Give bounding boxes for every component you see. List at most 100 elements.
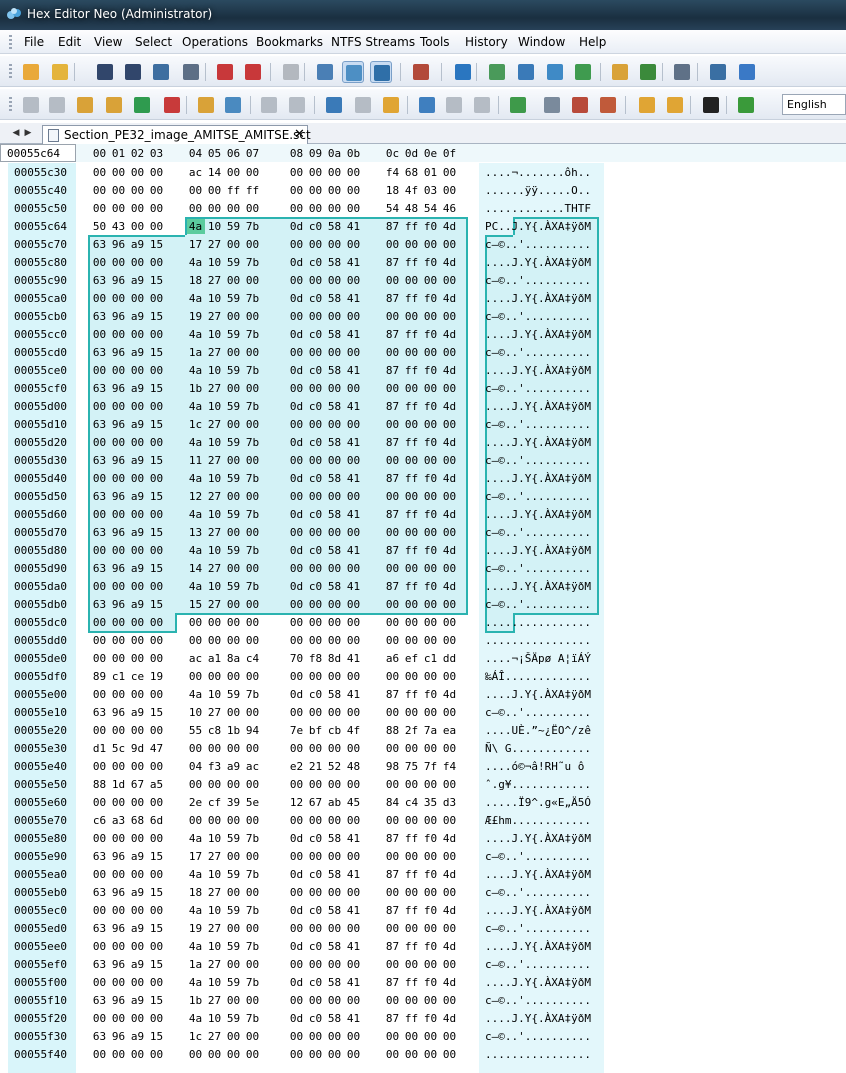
hex-byte[interactable]: c0 <box>306 400 325 413</box>
hex-byte[interactable]: ab <box>325 796 344 809</box>
hex-byte[interactable]: a9 <box>128 958 147 971</box>
hex-byte[interactable]: 41 <box>344 472 363 485</box>
ascii-text[interactable]: ‰ÁÎ............. <box>485 670 591 683</box>
hex-byte[interactable]: 00 <box>344 1030 363 1043</box>
hex-byte[interactable]: 52 <box>325 760 344 773</box>
hex-byte[interactable]: ff <box>402 904 421 917</box>
hex-byte[interactable]: 00 <box>325 706 344 719</box>
hex-byte[interactable]: 18 <box>383 184 402 197</box>
hex-byte[interactable]: 00 <box>90 472 109 485</box>
hex-byte[interactable]: 4a <box>186 256 205 269</box>
hex-byte[interactable]: 00 <box>109 364 128 377</box>
hex-byte[interactable]: 00 <box>287 850 306 863</box>
hex-byte[interactable]: 00 <box>325 562 344 575</box>
hex-byte[interactable]: 00 <box>383 616 402 629</box>
hex-byte[interactable]: 00 <box>147 868 166 881</box>
hex-byte[interactable]: 00 <box>109 544 128 557</box>
hex-byte[interactable]: 0d <box>287 832 306 845</box>
hex-byte[interactable]: 00 <box>421 598 440 611</box>
hex-byte[interactable]: 00 <box>224 346 243 359</box>
hex-byte[interactable]: 17 <box>186 238 205 251</box>
hex-byte[interactable]: 7b <box>243 1012 262 1025</box>
hex-row[interactable]: 00055ca0 00 00 00 00 4a 10 59 7b 0d c0 58 41 87 ff f0 4d… <box>0 289 846 307</box>
hex-byte[interactable]: 19 <box>147 670 166 683</box>
hex-byte[interactable]: ac <box>243 760 262 773</box>
hex-byte[interactable]: 4f <box>344 724 363 737</box>
hex-byte[interactable]: 00 <box>287 1048 306 1061</box>
hex-byte[interactable]: 00 <box>344 778 363 791</box>
ascii-text[interactable]: ....J.Y{.ÀXA‡ÿðM <box>485 940 591 953</box>
hex-byte[interactable]: 58 <box>325 220 344 233</box>
calculator-button[interactable] <box>597 94 619 116</box>
hex-byte[interactable]: 00 <box>109 1012 128 1025</box>
hex-byte[interactable]: cf <box>205 796 224 809</box>
insert-file-button[interactable] <box>222 94 244 116</box>
hex-byte[interactable]: c0 <box>306 580 325 593</box>
hex-byte[interactable]: 00 <box>128 688 147 701</box>
hex-byte[interactable]: 00 <box>128 328 147 341</box>
hex-byte[interactable]: 00 <box>440 670 459 683</box>
hex-byte[interactable]: ff <box>402 832 421 845</box>
hex-byte[interactable]: 00 <box>325 490 344 503</box>
hex-byte[interactable]: 59 <box>224 688 243 701</box>
hex-byte[interactable]: 00 <box>344 274 363 287</box>
hex-byte[interactable]: 59 <box>224 292 243 305</box>
hex-byte[interactable]: 00 <box>383 598 402 611</box>
hex-byte[interactable]: 00 <box>440 994 459 1007</box>
hex-byte[interactable]: 96 <box>109 850 128 863</box>
hex-byte[interactable]: 00 <box>224 922 243 935</box>
hex-byte[interactable]: 10 <box>205 544 224 557</box>
hex-byte[interactable]: 41 <box>344 868 363 881</box>
hex-byte[interactable]: 4d <box>440 688 459 701</box>
hex-byte[interactable]: 00 <box>306 958 325 971</box>
paste-button[interactable] <box>131 94 153 116</box>
hex-byte[interactable]: 00 <box>243 274 262 287</box>
hex-byte[interactable]: 00 <box>224 238 243 251</box>
hex-byte[interactable]: 00 <box>90 904 109 917</box>
hex-byte[interactable]: 00 <box>243 310 262 323</box>
hex-byte[interactable]: 41 <box>344 364 363 377</box>
hex-byte[interactable]: 00 <box>109 184 128 197</box>
hex-byte[interactable]: 00 <box>440 598 459 611</box>
hex-byte[interactable]: 15 <box>147 310 166 323</box>
hex-byte[interactable]: 58 <box>325 400 344 413</box>
ascii-text[interactable]: c–©..'.......... <box>485 850 591 863</box>
hex-byte[interactable]: 7b <box>243 364 262 377</box>
hex-row[interactable]: 00055f10 63 96 a9 15 1b 27 00 00 00 00 00 00 00 00 00 00… <box>0 991 846 1009</box>
hex-byte[interactable]: 00 <box>90 634 109 647</box>
hex-byte[interactable]: 1c <box>186 418 205 431</box>
hex-byte[interactable]: 00 <box>90 166 109 179</box>
hex-byte[interactable]: 00 <box>421 958 440 971</box>
menu-operations[interactable]: Operations <box>182 35 248 49</box>
hex-row[interactable]: 00055c64 50 43 00 00 4a 10 59 7b 0d c0 58 41 87 ff f0 4d… <box>0 217 846 235</box>
hex-byte[interactable]: 00 <box>421 238 440 251</box>
hex-byte[interactable]: 00 <box>421 418 440 431</box>
hex-byte[interactable]: 00 <box>306 994 325 1007</box>
hex-byte[interactable]: 59 <box>224 364 243 377</box>
hex-byte[interactable]: ff <box>402 400 421 413</box>
hex-row[interactable]: 00055ef0 63 96 a9 15 1a 27 00 00 00 00 00 00 00 00 00 00… <box>0 955 846 973</box>
hex-byte[interactable]: 0d <box>287 1012 306 1025</box>
ascii-text[interactable]: c–©..'.......... <box>485 238 591 251</box>
hex-byte[interactable]: 00 <box>243 382 262 395</box>
hex-byte[interactable]: 15 <box>147 238 166 251</box>
hex-byte[interactable]: 00 <box>402 1048 421 1061</box>
hex-byte[interactable]: 4d <box>440 1012 459 1025</box>
hex-byte[interactable]: 15 <box>147 1030 166 1043</box>
hex-byte[interactable]: 12 <box>186 490 205 503</box>
hex-byte[interactable]: 10 <box>205 328 224 341</box>
hex-byte[interactable]: f0 <box>421 688 440 701</box>
hex-byte[interactable]: 59 <box>224 508 243 521</box>
ascii-text[interactable]: ....¬.......ôh.. <box>485 166 591 179</box>
hex-byte[interactable]: 00 <box>243 346 262 359</box>
hex-byte[interactable]: 00 <box>224 310 243 323</box>
hex-byte[interactable]: f4 <box>440 760 459 773</box>
hex-byte[interactable]: 63 <box>90 958 109 971</box>
hex-byte[interactable]: 13 <box>186 526 205 539</box>
hex-byte[interactable]: 00 <box>224 454 243 467</box>
hex-byte[interactable]: 0d <box>287 904 306 917</box>
hex-byte[interactable]: 00 <box>421 706 440 719</box>
menu-ntfs-streams[interactable]: NTFS Streams <box>331 35 415 49</box>
hex-byte[interactable]: 00 <box>402 922 421 935</box>
hex-byte[interactable]: 45 <box>344 796 363 809</box>
